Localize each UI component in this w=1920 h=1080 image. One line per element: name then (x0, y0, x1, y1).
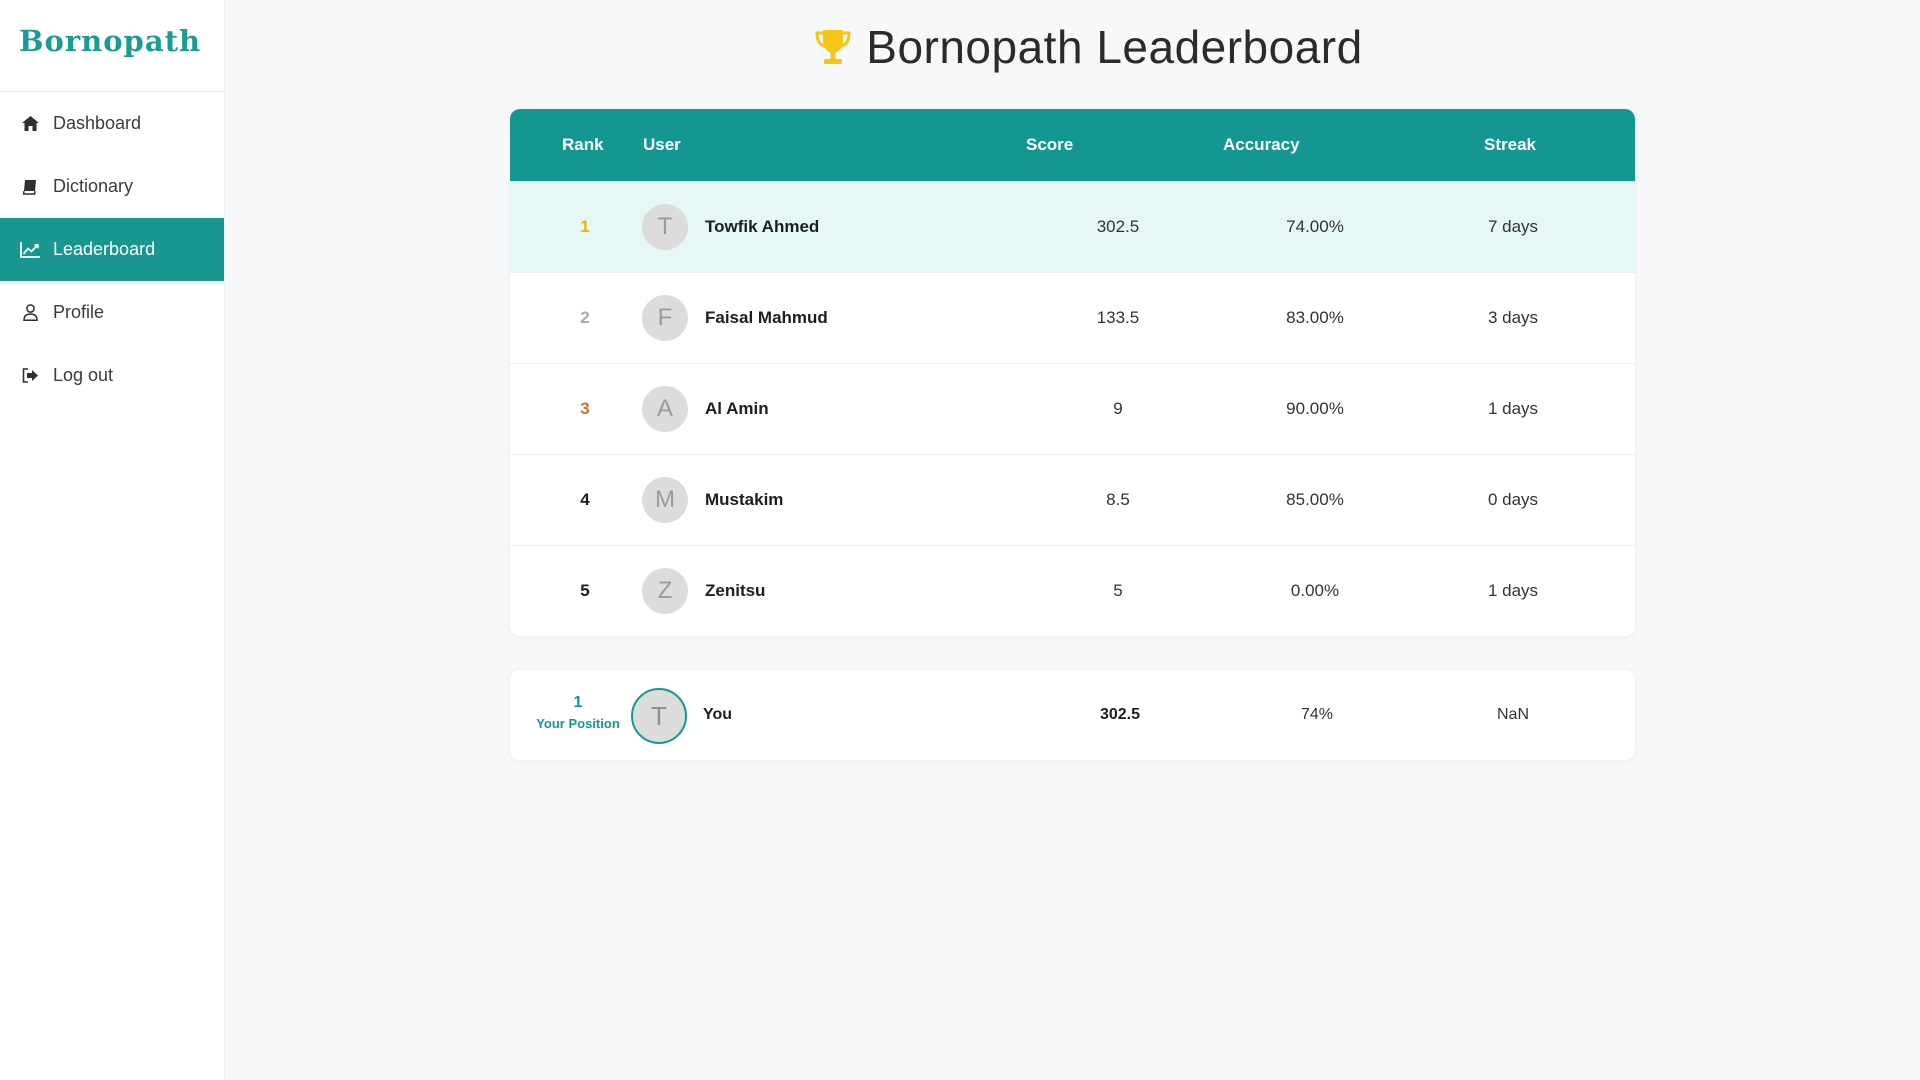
home-icon (19, 113, 41, 135)
main-content: Bornopath Leaderboard Rank User Score Ac… (225, 0, 1920, 1080)
user-name: Al Amin (705, 399, 769, 418)
streak-cell: 1 days (1487, 581, 1539, 600)
table-row[interactable]: 2 F Faisal Mahmud 133.5 83.00% 3 days (510, 272, 1635, 363)
column-header-streak: Streak (1484, 135, 1536, 154)
streak-cell: 0 days (1487, 490, 1539, 509)
sidebar-item-label: Profile (53, 302, 105, 322)
accuracy-cell: 90.00% (1286, 399, 1344, 418)
table-row[interactable]: 3 A Al Amin 9 90.00% 1 days (510, 363, 1635, 454)
sidebar-nav: Dashboard Dictionary Leaderboard Profile… (0, 92, 224, 407)
score-cell: 302.5 (1096, 217, 1140, 236)
your-accuracy: 74% (1300, 706, 1334, 723)
leaderboard-table: Rank User Score Accuracy Streak 1 T Towf… (510, 109, 1635, 636)
sidebar-item-dashboard[interactable]: Dashboard (0, 92, 224, 155)
sidebar: Bornopath Dashboard Dictionary Leaderboa… (0, 0, 225, 1080)
streak-cell: 7 days (1487, 217, 1539, 236)
rank-cell: 2 (580, 308, 590, 327)
your-rank: 1 Your Position (528, 694, 628, 731)
score-cell: 9 (1113, 399, 1123, 418)
your-name: You (703, 706, 733, 723)
avatar: F (642, 295, 688, 341)
trophy-icon (812, 26, 854, 68)
table-header: Rank User Score Accuracy Streak (510, 109, 1635, 181)
column-header-rank: Rank (562, 135, 604, 154)
user-icon (19, 302, 41, 324)
column-header-user: User (643, 135, 681, 154)
sidebar-item-label: Leaderboard (53, 239, 156, 259)
score-cell: 5 (1113, 581, 1123, 600)
score-cell: 8.5 (1106, 490, 1130, 509)
avatar: Z (642, 568, 688, 614)
column-header-score: Score (1026, 135, 1074, 154)
avatar: A (642, 386, 688, 432)
table-row[interactable]: 1 T Towfik Ahmed 302.5 74.00% 7 days (510, 181, 1635, 272)
your-position-label: Your Position (536, 716, 620, 731)
rank-cell: 3 (580, 399, 590, 418)
page-title: Bornopath Leaderboard (866, 21, 1363, 73)
user-name: Mustakim (705, 490, 784, 509)
book-icon (19, 176, 41, 198)
sidebar-item-profile[interactable]: Profile (0, 281, 224, 344)
your-rank-number: 1 (573, 694, 583, 711)
page-header: Bornopath Leaderboard (225, 20, 1920, 74)
your-position-card: 1 Your Position T You 302.5 74% NaN (510, 670, 1635, 760)
brand-name: Bornopath (19, 24, 202, 58)
streak-cell: 3 days (1487, 308, 1539, 327)
sidebar-item-label: Dashboard (53, 113, 142, 133)
avatar: T (642, 204, 688, 250)
sidebar-item-label: Log out (53, 365, 114, 385)
your-score: 302.5 (1099, 706, 1141, 723)
user-name: Zenitsu (705, 581, 766, 600)
accuracy-cell: 83.00% (1286, 308, 1344, 327)
avatar: M (642, 477, 688, 523)
your-streak: NaN (1496, 706, 1529, 723)
score-cell: 133.5 (1096, 308, 1140, 327)
streak-cell: 1 days (1487, 399, 1539, 418)
rank-cell: 4 (580, 490, 590, 509)
accuracy-cell: 0.00% (1290, 581, 1340, 600)
user-name: Faisal Mahmud (705, 308, 828, 327)
sidebar-item-dictionary[interactable]: Dictionary (0, 155, 224, 218)
rank-cell: 5 (580, 581, 590, 600)
brand-logo[interactable]: Bornopath (0, 0, 224, 92)
accuracy-cell: 85.00% (1286, 490, 1344, 509)
logout-icon (19, 365, 41, 387)
sidebar-item-logout[interactable]: Log out (0, 344, 224, 407)
rank-cell: 1 (580, 217, 590, 236)
column-header-accuracy: Accuracy (1223, 135, 1300, 154)
table-row[interactable]: 5 Z Zenitsu 5 0.00% 1 days (510, 545, 1635, 636)
accuracy-cell: 74.00% (1286, 217, 1344, 236)
chart-line-icon (19, 239, 41, 261)
avatar: T (631, 688, 687, 744)
user-name: Towfik Ahmed (705, 217, 820, 236)
sidebar-item-leaderboard[interactable]: Leaderboard (0, 218, 224, 281)
table-row[interactable]: 4 M Mustakim 8.5 85.00% 0 days (510, 454, 1635, 545)
sidebar-item-label: Dictionary (53, 176, 134, 196)
